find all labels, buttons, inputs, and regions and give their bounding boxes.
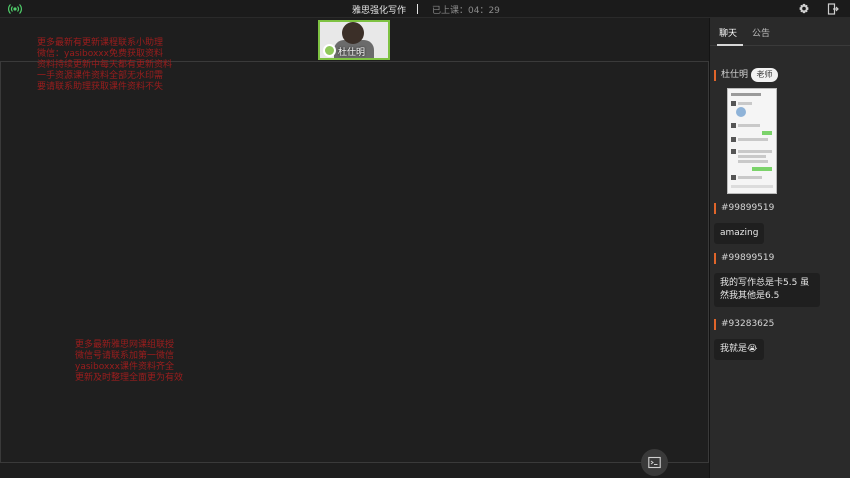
whiteboard-area[interactable] [0,61,709,463]
tab-chat[interactable]: 聊天 [719,26,737,39]
chat-toggle-button[interactable] [641,449,668,476]
tab-announcement[interactable]: 公告 [752,26,770,39]
message-bubble: amazing [714,223,765,244]
message-sender: #99899519 [714,253,774,264]
chat-image-thumbnail[interactable] [727,88,777,194]
teacher-video-tile[interactable]: 杜仕明 [318,20,390,60]
message-bubble: 我就是😭 [714,339,764,360]
message-sender: 杜仕明 [714,70,748,81]
class-elapsed-time: 已上课：04：29 [432,6,500,16]
classroom-stage: 杜仕明 更多最新有更新课程联系小助理 微信：yasiboxxx免费获取资料 资料… [0,18,709,478]
terminal-screen-icon [648,456,661,469]
teacher-role-badge: 老师 [751,68,778,82]
top-bar: 雅思强化写作 已上课：04：29 [0,0,850,18]
course-title: 雅思强化写作 [352,6,407,16]
panel-tabs: 聊天 公告 [710,18,850,46]
message-bubble: 我的写作总是卡5.5 虽然我其他是6.5 [714,273,820,307]
teacher-video-name: 杜仕明 [338,48,366,58]
teacher-avatar-badge [323,44,336,57]
message-sender: #93283625 [714,319,774,330]
teacher-face [342,22,364,44]
watermark-bottom: 更多最新雅思网课组联授 微信号请联系加第一微信 yasiboxxx课件资料齐全 … [75,340,184,383]
watermark-top: 更多最新有更新课程联系小助理 微信：yasiboxxx免费获取资料 资料持续更新… [37,38,173,92]
title-separator [417,4,418,14]
message-sender: #99899519 [714,203,774,214]
broadcast-signal-icon [8,4,22,14]
exit-classroom-icon[interactable] [827,3,839,15]
chat-panel: 聊天 公告 杜仕明 #99899519 amazing #99899519 我的… [709,18,850,478]
active-tab-indicator [717,44,743,46]
settings-gear-icon[interactable] [798,3,810,15]
